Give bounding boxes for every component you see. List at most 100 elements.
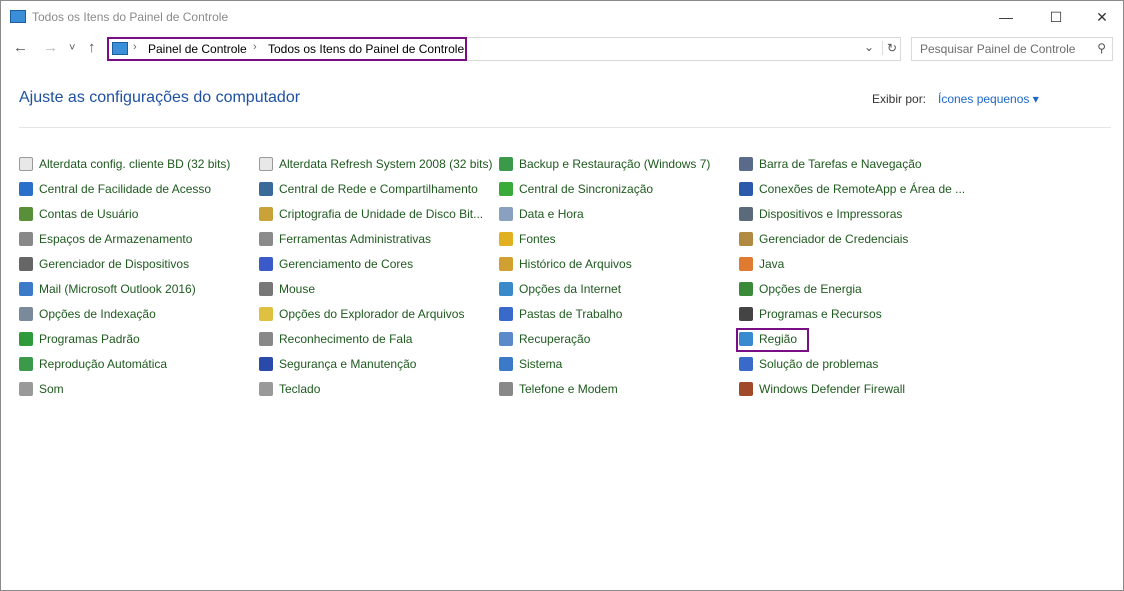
- item-label: Programas e Recursos: [759, 307, 882, 321]
- item-icon: [19, 382, 33, 396]
- item-icon: [19, 307, 33, 321]
- address-dropdown-button[interactable]: ⌄: [864, 40, 874, 54]
- item-icon: [259, 232, 273, 246]
- control-panel-item[interactable]: Pastas de Trabalho: [499, 305, 622, 323]
- control-panel-item[interactable]: Histórico de Arquivos: [499, 255, 632, 273]
- item-icon: [259, 257, 273, 271]
- control-panel-item[interactable]: Mail (Microsoft Outlook 2016): [19, 280, 196, 298]
- item-label: Recuperação: [519, 332, 591, 346]
- control-panel-item[interactable]: Barra de Tarefas e Navegação: [739, 155, 922, 173]
- item-icon: [499, 207, 513, 221]
- item-icon: [499, 257, 513, 271]
- control-panel-item[interactable]: Programas e Recursos: [739, 305, 882, 323]
- item-label: Mail (Microsoft Outlook 2016): [39, 282, 196, 296]
- recent-locations-button[interactable]: ˅: [69, 42, 75, 54]
- window-title: Todos os Itens do Painel de Controle: [32, 10, 229, 24]
- item-label: Ferramentas Administrativas: [279, 232, 432, 246]
- control-panel-item[interactable]: Mouse: [259, 280, 315, 298]
- control-panel-item[interactable]: Opções de Indexação: [19, 305, 156, 323]
- item-icon: [259, 332, 273, 346]
- control-panel-item[interactable]: Central de Sincronização: [499, 180, 653, 198]
- item-label: Opções do Explorador de Arquivos: [279, 307, 465, 321]
- item-icon: [739, 357, 753, 371]
- item-label: Opções de Energia: [759, 282, 862, 296]
- search-placeholder: Pesquisar Painel de Controle: [920, 42, 1076, 56]
- control-panel-item[interactable]: Central de Facilidade de Acesso: [19, 180, 211, 198]
- control-panel-item[interactable]: Contas de Usuário: [19, 205, 138, 223]
- control-panel-item[interactable]: Telefone e Modem: [499, 380, 618, 398]
- control-panel-item[interactable]: Dispositivos e Impressoras: [739, 205, 902, 223]
- divider: [19, 127, 1111, 128]
- search-icon[interactable]: ⚲: [1097, 41, 1106, 55]
- item-label: Mouse: [279, 282, 316, 296]
- control-panel-item[interactable]: Reprodução Automática: [19, 355, 167, 373]
- item-icon: [739, 282, 753, 296]
- address-highlight: [107, 37, 467, 61]
- item-label: Solução de problemas: [759, 357, 879, 371]
- control-panel-item[interactable]: Central de Rede e Compartilhamento: [259, 180, 478, 198]
- control-panel-item[interactable]: Gerenciamento de Cores: [259, 255, 413, 273]
- control-panel-item[interactable]: Espaços de Armazenamento: [19, 230, 192, 248]
- search-input[interactable]: Pesquisar Painel de Controle ⚲: [911, 37, 1113, 61]
- refresh-button[interactable]: ↻: [882, 41, 897, 55]
- control-panel-item[interactable]: Alterdata config. cliente BD (32 bits): [19, 155, 230, 173]
- item-icon: [259, 382, 273, 396]
- view-by-label: Exibir por:: [872, 92, 927, 106]
- control-panel-item[interactable]: Teclado: [259, 380, 320, 398]
- item-icon: [499, 382, 513, 396]
- regiao-highlight: [736, 328, 809, 352]
- item-icon: [499, 332, 513, 346]
- control-panel-item[interactable]: Windows Defender Firewall: [739, 380, 905, 398]
- item-icon: [19, 282, 33, 296]
- item-label: Backup e Restauração (Windows 7): [519, 157, 711, 171]
- control-panel-icon: [10, 10, 26, 23]
- item-label: Programas Padrão: [39, 332, 140, 346]
- control-panel-item[interactable]: Criptografia de Unidade de Disco Bit...: [259, 205, 483, 223]
- control-panel-item[interactable]: Reconhecimento de Fala: [259, 330, 412, 348]
- control-panel-item[interactable]: Segurança e Manutenção: [259, 355, 416, 373]
- close-button[interactable]: ✕: [1079, 5, 1124, 29]
- control-panel-item[interactable]: Fontes: [499, 230, 556, 248]
- item-icon: [259, 157, 273, 171]
- control-panel-item[interactable]: Java: [739, 255, 784, 273]
- item-label: Histórico de Arquivos: [519, 257, 632, 271]
- item-label: Contas de Usuário: [39, 207, 139, 221]
- maximize-button[interactable]: ☐: [1033, 5, 1079, 29]
- item-label: Conexões de RemoteApp e Área de ...: [759, 182, 966, 196]
- control-panel-item[interactable]: Som: [19, 380, 64, 398]
- item-label: Java: [759, 257, 785, 271]
- item-label: Central de Sincronização: [519, 182, 654, 196]
- control-panel-item[interactable]: Programas Padrão: [19, 330, 140, 348]
- item-icon: [259, 307, 273, 321]
- back-button[interactable]: ←: [13, 39, 28, 56]
- up-button[interactable]: ↑: [88, 39, 96, 56]
- item-icon: [499, 282, 513, 296]
- page-title: Ajuste as configurações do computador: [19, 89, 301, 106]
- forward-button[interactable]: →: [43, 39, 58, 56]
- control-panel-item[interactable]: Opções da Internet: [499, 280, 621, 298]
- control-panel-item[interactable]: Recuperação: [499, 330, 590, 348]
- control-panel-item[interactable]: Alterdata Refresh System 2008 (32 bits): [259, 155, 492, 173]
- title-bar: Todos os Itens do Painel de Controle — ☐…: [1, 1, 1123, 33]
- control-panel-item[interactable]: Solução de problemas: [739, 355, 878, 373]
- item-icon: [19, 257, 33, 271]
- item-icon: [259, 182, 273, 196]
- control-panel-item[interactable]: Gerenciador de Dispositivos: [19, 255, 189, 273]
- item-icon: [739, 232, 753, 246]
- item-icon: [739, 207, 753, 221]
- control-panel-item[interactable]: Sistema: [499, 355, 562, 373]
- item-icon: [19, 182, 33, 196]
- item-label: Teclado: [279, 382, 321, 396]
- control-panel-item[interactable]: Data e Hora: [499, 205, 584, 223]
- control-panel-item[interactable]: Gerenciador de Credenciais: [739, 230, 908, 248]
- control-panel-item[interactable]: Conexões de RemoteApp e Área de ...: [739, 180, 965, 198]
- control-panel-item[interactable]: Ferramentas Administrativas: [259, 230, 431, 248]
- item-label: Fontes: [519, 232, 556, 246]
- view-by-dropdown[interactable]: Ícones pequenos ▾: [938, 92, 1039, 106]
- item-icon: [499, 307, 513, 321]
- control-panel-item[interactable]: Opções do Explorador de Arquivos: [259, 305, 464, 323]
- minimize-button[interactable]: —: [983, 5, 1029, 29]
- control-panel-item[interactable]: Backup e Restauração (Windows 7): [499, 155, 710, 173]
- control-panel-item[interactable]: Opções de Energia: [739, 280, 862, 298]
- item-icon: [499, 182, 513, 196]
